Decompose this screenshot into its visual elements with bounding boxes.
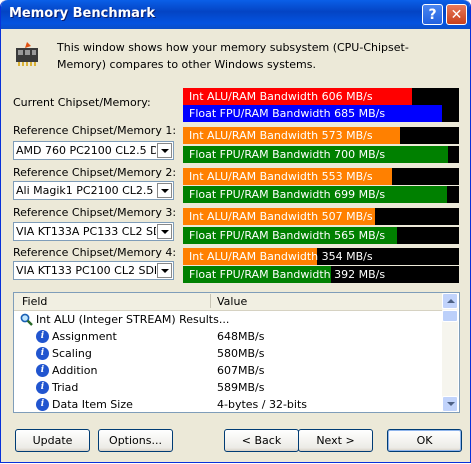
reference-3-select[interactable]: VIA KT133A PC133 CL2 SDRAM xyxy=(13,222,174,241)
column-divider[interactable] xyxy=(210,294,211,308)
scroll-up-icon[interactable] xyxy=(442,293,458,309)
list-item[interactable]: i Data Item Size 4-bytes / 32-bits xyxy=(14,396,442,413)
scroll-thumb[interactable] xyxy=(442,310,458,322)
row-value: 607MB/s xyxy=(217,364,265,377)
help-button[interactable]: ? xyxy=(422,4,443,25)
row-value: 589MB/s xyxy=(217,381,265,394)
reference-4-float-bar: Float FPU/RAM Bandwidth 392 MB/s xyxy=(183,266,459,283)
reference-3-int-bar-label: Int ALU/RAM Bandwidth 507 MB/s xyxy=(189,210,373,223)
current-float-bar: Float FPU/RAM Bandwidth 685 MB/s xyxy=(183,105,459,122)
current-chipset-label: Current Chipset/Memory: xyxy=(13,96,151,109)
reference-4-select[interactable]: VIA KT133 PC100 CL2 SDRAM xyxy=(13,261,174,280)
reference-3-int-bar: Int ALU/RAM Bandwidth 507 MB/s xyxy=(183,208,459,225)
results-list[interactable]: Field Value Int ALU (Integer STREAM) Res… xyxy=(13,292,460,413)
next-button[interactable]: Next > xyxy=(298,429,373,452)
back-button[interactable]: < Back xyxy=(224,429,299,452)
intro-text: This window shows how your memory subsys… xyxy=(57,41,409,71)
list-item[interactable]: Int ALU (Integer STREAM) Results... xyxy=(14,311,442,328)
reference-4-int-bar: Int ALU/RAM Bandwidth 354 MB/s xyxy=(183,248,459,265)
memory-benchmark-window: Memory Benchmark ? ✕ This window shows h… xyxy=(0,0,471,463)
update-button[interactable]: Update xyxy=(15,429,90,452)
reference-1-selected: AMD 760 PC2100 CL2.5 DDR xyxy=(16,144,156,157)
row-value: 580MB/s xyxy=(217,347,265,360)
current-int-bar: Int ALU/RAM Bandwidth 606 MB/s xyxy=(183,88,459,105)
reference-4-int-bar-label: Int ALU/RAM Bandwidth 354 MB/s xyxy=(189,250,373,263)
window-title: Memory Benchmark xyxy=(9,6,155,21)
reference-1-int-bar-label: Int ALU/RAM Bandwidth 573 MB/s xyxy=(189,129,373,142)
memory-chip-icon xyxy=(16,42,38,66)
column-header-field[interactable]: Field xyxy=(22,295,47,308)
reference-2-float-bar: Float FPU/RAM Bandwidth 699 MB/s xyxy=(183,186,459,203)
row-field: Assignment xyxy=(52,330,117,343)
vertical-scrollbar[interactable] xyxy=(442,293,458,412)
title-bar[interactable]: Memory Benchmark ? ✕ xyxy=(1,0,470,29)
row-field: Data Item Size xyxy=(52,398,133,411)
reference-2-int-bar: Int ALU/RAM Bandwidth 553 MB/s xyxy=(183,168,459,185)
reference-3-float-bar-label: Float FPU/RAM Bandwidth 565 MB/s xyxy=(189,229,386,242)
reference-2-select[interactable]: Ali Magik1 PC2100 CL2.5 DDR xyxy=(13,181,174,200)
reference-1-int-bar: Int ALU/RAM Bandwidth 573 MB/s xyxy=(183,127,459,144)
info-icon: i xyxy=(36,381,49,394)
current-int-bar-label: Int ALU/RAM Bandwidth 606 MB/s xyxy=(189,90,373,103)
row-field: Triad xyxy=(52,381,79,394)
row-field: Scaling xyxy=(52,347,92,360)
chevron-down-icon[interactable] xyxy=(157,263,172,278)
info-icon: i xyxy=(36,330,49,343)
reference-1-select[interactable]: AMD 760 PC2100 CL2.5 DDR xyxy=(13,141,174,160)
row-field: Int ALU (Integer STREAM) Results... xyxy=(36,313,230,326)
reference-4-selected: VIA KT133 PC100 CL2 SDRAM xyxy=(16,264,156,277)
reference-4-label: Reference Chipset/Memory 4: xyxy=(13,246,177,259)
chevron-down-icon[interactable] xyxy=(157,224,172,239)
list-item[interactable]: i Assignment 648MB/s xyxy=(14,328,442,345)
reference-2-label: Reference Chipset/Memory 2: xyxy=(13,166,177,179)
reference-3-float-bar: Float FPU/RAM Bandwidth 565 MB/s xyxy=(183,227,459,244)
list-item[interactable]: i Addition 607MB/s xyxy=(14,362,442,379)
row-value: 648MB/s xyxy=(217,330,265,343)
close-button[interactable]: ✕ xyxy=(446,4,467,25)
reference-2-selected: Ali Magik1 PC2100 CL2.5 DDR xyxy=(16,184,156,197)
row-value: 4-bytes / 32-bits xyxy=(217,398,308,411)
reference-3-selected: VIA KT133A PC133 CL2 SDRAM xyxy=(16,225,156,238)
list-header: Field Value xyxy=(14,293,442,311)
info-icon: i xyxy=(36,398,49,411)
reference-4-float-bar-label: Float FPU/RAM Bandwidth 392 MB/s xyxy=(189,268,386,281)
reference-3-label: Reference Chipset/Memory 3: xyxy=(13,206,177,219)
magnifier-icon xyxy=(20,313,33,326)
scroll-down-icon[interactable] xyxy=(442,396,458,412)
list-item[interactable]: i Scaling 580MB/s xyxy=(14,345,442,362)
chevron-down-icon[interactable] xyxy=(157,143,172,158)
options-button[interactable]: Options... xyxy=(98,429,173,452)
reference-1-label: Reference Chipset/Memory 1: xyxy=(13,124,177,137)
reference-1-float-bar: Float FPU/RAM Bandwidth 700 MB/s xyxy=(183,146,459,163)
row-field: Addition xyxy=(52,364,98,377)
list-item[interactable]: i Triad 589MB/s xyxy=(14,379,442,396)
info-icon: i xyxy=(36,347,49,360)
current-float-bar-label: Float FPU/RAM Bandwidth 685 MB/s xyxy=(189,107,386,120)
column-header-value[interactable]: Value xyxy=(217,295,247,308)
ok-button[interactable]: OK xyxy=(387,429,462,452)
reference-2-int-bar-label: Int ALU/RAM Bandwidth 553 MB/s xyxy=(189,170,373,183)
reference-2-float-bar-label: Float FPU/RAM Bandwidth 699 MB/s xyxy=(189,188,386,201)
info-icon: i xyxy=(36,364,49,377)
reference-1-float-bar-label: Float FPU/RAM Bandwidth 700 MB/s xyxy=(189,148,386,161)
chevron-down-icon[interactable] xyxy=(157,183,172,198)
